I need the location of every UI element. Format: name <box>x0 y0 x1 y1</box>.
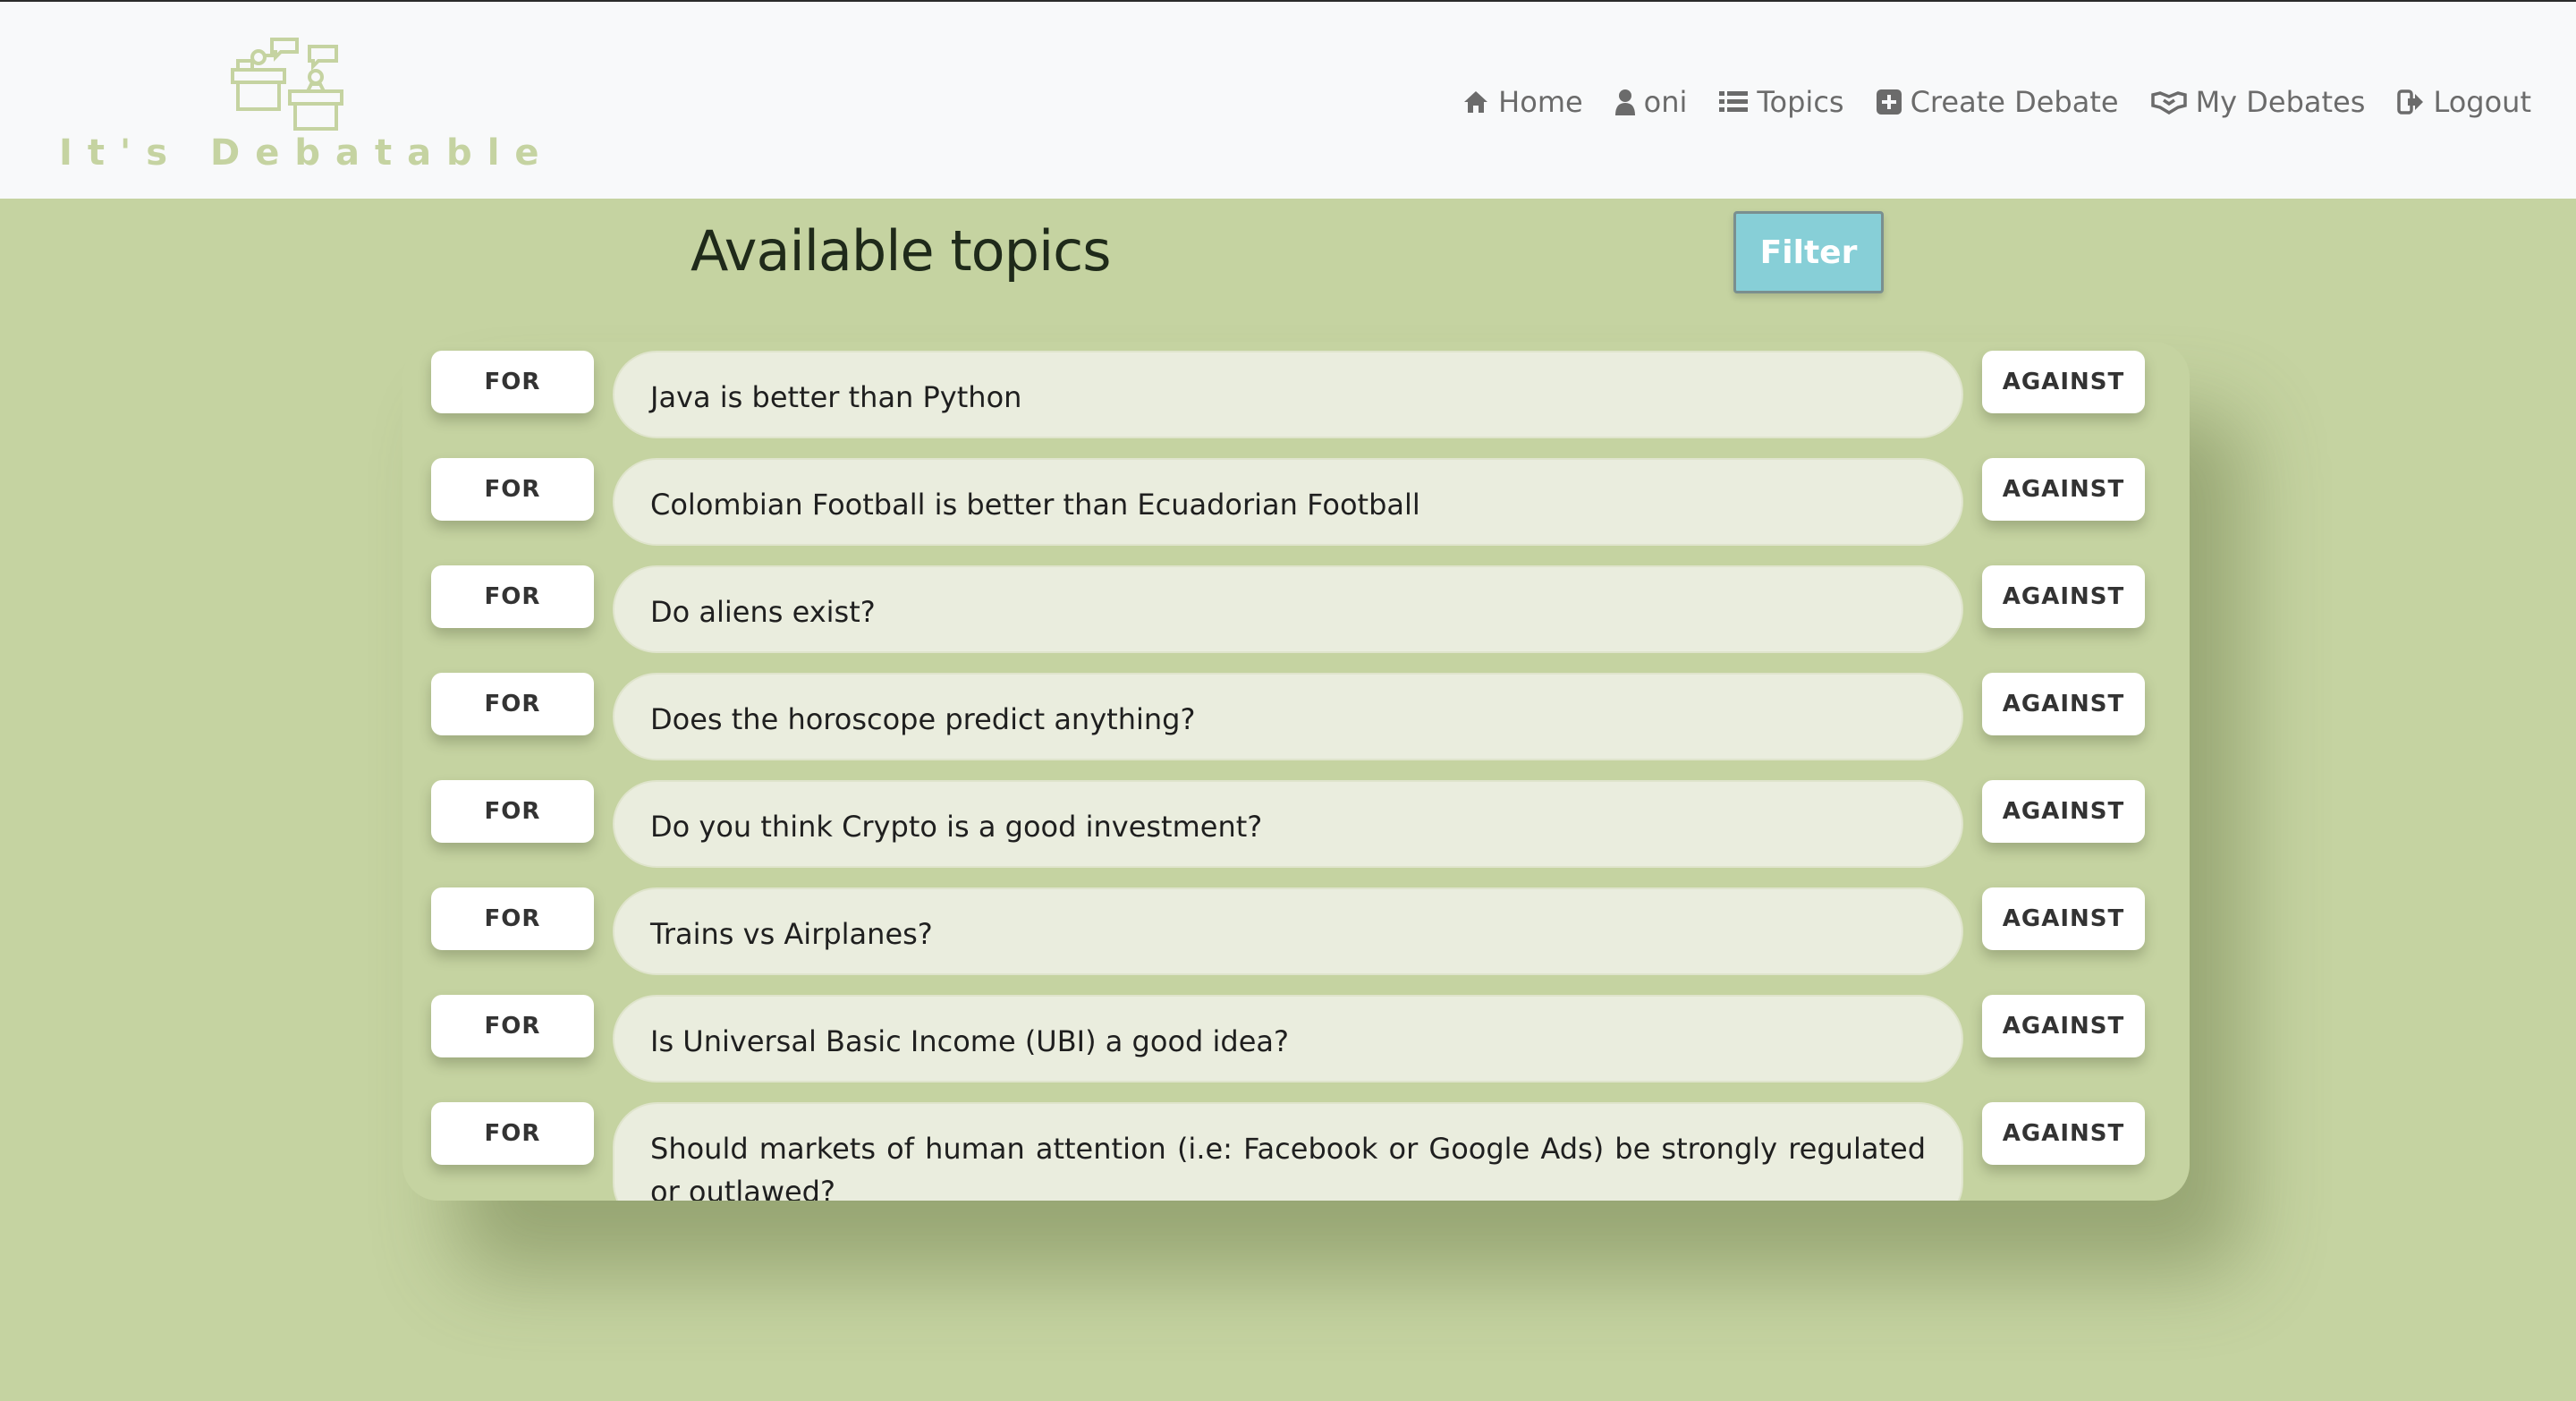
nav-logout[interactable]: Logout <box>2397 85 2531 119</box>
topic-row: FOR Java is better than Python AGAINST <box>402 342 2190 438</box>
nav-home[interactable]: Home <box>1462 85 1583 119</box>
for-button[interactable]: FOR <box>431 458 594 521</box>
brand-logo[interactable]: It's Debatable <box>59 34 555 177</box>
nav-user[interactable]: oni <box>1614 85 1688 119</box>
for-button[interactable]: FOR <box>431 780 594 843</box>
topic-item[interactable]: Trains vs Airplanes? <box>613 887 1963 975</box>
list-icon <box>1719 91 1749 112</box>
for-button[interactable]: FOR <box>431 673 594 735</box>
home-icon <box>1464 91 1488 113</box>
topic-item[interactable]: Java is better than Python <box>613 351 1963 438</box>
against-button[interactable]: AGAINST <box>1982 351 2145 413</box>
against-button[interactable]: AGAINST <box>1982 565 2145 628</box>
debate-podiums-icon <box>231 38 343 131</box>
nav-logout-label: Logout <box>2433 85 2531 119</box>
topic-row: FOR Do aliens exist? AGAINST <box>402 556 2190 653</box>
topic-row: FOR Trains vs Airplanes? AGAINST <box>402 879 2190 975</box>
nav-topics-label: Topics <box>1757 85 1844 119</box>
topic-item[interactable]: Should markets of human attention (i.e: … <box>613 1102 1963 1201</box>
plus-square-icon <box>1876 89 1902 115</box>
against-button[interactable]: AGAINST <box>1982 887 2145 950</box>
sign-out-icon <box>2397 89 2424 115</box>
against-button[interactable]: AGAINST <box>1982 673 2145 735</box>
against-button[interactable]: AGAINST <box>1982 780 2145 843</box>
user-icon <box>1614 89 1635 115</box>
topic-row: FOR Is Universal Basic Income (UBI) a go… <box>402 986 2190 1083</box>
against-button[interactable]: AGAINST <box>1982 458 2145 521</box>
topic-item[interactable]: Do aliens exist? <box>613 565 1963 653</box>
topic-row: FOR Do you think Crypto is a good invest… <box>402 771 2190 868</box>
topic-row: FOR Does the horoscope predict anything?… <box>402 664 2190 760</box>
page: It's Debatable Home oni Topics Create De… <box>0 0 2576 1401</box>
nav-create-debate-label: Create Debate <box>1910 85 2119 119</box>
topics-list: FOR Java is better than Python AGAINST F… <box>402 342 2190 1201</box>
for-button[interactable]: FOR <box>431 995 594 1057</box>
topic-row: FOR Should markets of human attention (i… <box>402 1093 2190 1201</box>
against-button[interactable]: AGAINST <box>1982 995 2145 1057</box>
topic-item[interactable]: Do you think Crypto is a good investment… <box>613 780 1963 868</box>
nav-home-label: Home <box>1498 85 1583 119</box>
brand-name: It's Debatable <box>59 132 555 174</box>
filter-button[interactable]: Filter <box>1733 211 1884 293</box>
nav-user-label: oni <box>1643 85 1688 119</box>
nav-my-debates-label: My Debates <box>2195 85 2366 119</box>
top-navbar: It's Debatable Home oni Topics Create De… <box>0 0 2576 199</box>
handshake-icon <box>2150 91 2187 115</box>
nav-topics[interactable]: Topics <box>1719 85 1844 119</box>
topic-item[interactable]: Is Universal Basic Income (UBI) a good i… <box>613 995 1963 1083</box>
topic-item[interactable]: Does the horoscope predict anything? <box>613 673 1963 760</box>
main-nav: Home oni Topics Create Debate My Debates… <box>1462 79 2531 125</box>
nav-my-debates[interactable]: My Debates <box>2150 85 2366 119</box>
for-button[interactable]: FOR <box>431 887 594 950</box>
topic-row: FOR Colombian Football is better than Ec… <box>402 449 2190 546</box>
for-button[interactable]: FOR <box>431 351 594 413</box>
page-title: Available topics <box>691 218 1112 284</box>
topic-item[interactable]: Colombian Football is better than Ecuado… <box>613 458 1963 546</box>
for-button[interactable]: FOR <box>431 1102 594 1165</box>
against-button[interactable]: AGAINST <box>1982 1102 2145 1165</box>
nav-create-debate[interactable]: Create Debate <box>1876 85 2119 119</box>
for-button[interactable]: FOR <box>431 565 594 628</box>
